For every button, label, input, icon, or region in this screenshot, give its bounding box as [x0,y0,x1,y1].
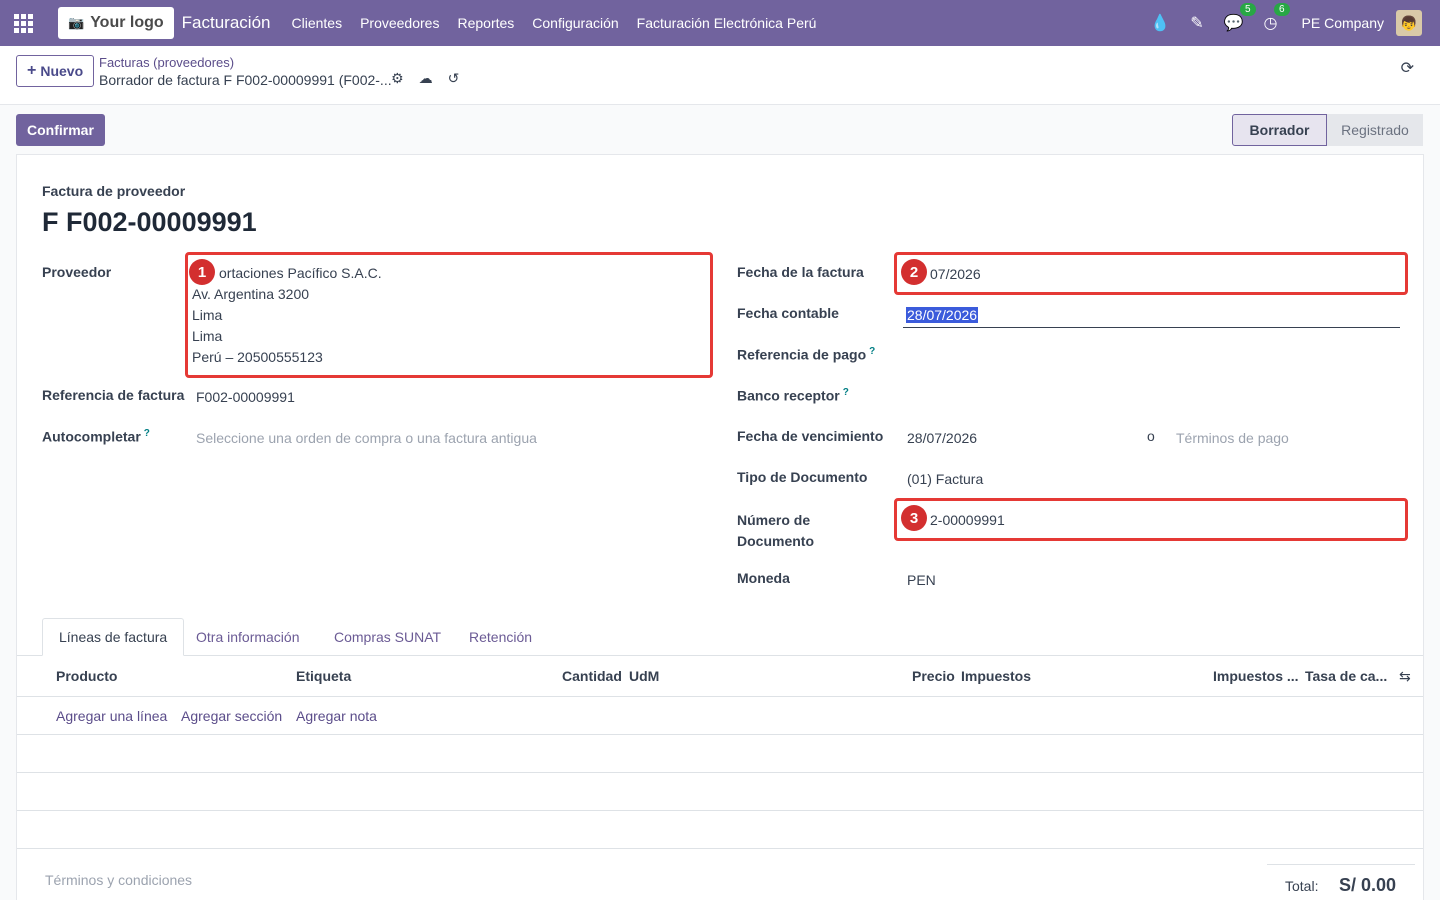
due-date-label: Fecha de vencimiento [737,428,884,444]
camera-icon: 📷 [68,15,85,30]
due-date-field[interactable]: 28/07/2026 [907,430,977,446]
activity-badge: 6 [1273,3,1290,16]
drop-icon[interactable]: 💧 [1150,13,1170,33]
document-number-label-line2: Documento [737,533,814,549]
autocomplete-label-text: Autocompletar [42,428,141,445]
form-sheet: Factura de proveedor F F002-00009991 Pro… [16,154,1424,900]
or-separator: o [1147,428,1155,444]
chat-icon[interactable]: 💬 5 [1224,3,1256,33]
plus-icon: + [27,62,37,79]
tab-other-info[interactable]: Otra información [196,618,299,656]
new-button[interactable]: + Nuevo [16,55,95,87]
refresh-icon[interactable]: ⟳ [1401,58,1414,78]
accounting-date-label: Fecha contable [737,305,839,321]
menu-configuracion[interactable]: Configuración [532,15,618,31]
document-number-label-line1: Número de [737,512,811,528]
top-navbar: 📷 Your logo Facturación Clientes Proveed… [0,0,1440,46]
activity-clock-icon[interactable]: ◷ 6 [1264,3,1290,33]
vendor-label: Proveedor [42,264,112,280]
payment-reference-label: Referencia de pago? [737,346,875,363]
payment-reference-label-text: Referencia de pago [737,346,867,363]
company-logo[interactable]: 📷 Your logo [58,7,174,39]
app-menu-icon[interactable] [0,0,46,46]
column-precio[interactable]: Precio [912,668,955,684]
payment-terms-field[interactable]: Términos de pago [1176,430,1289,446]
total-label: Total: [1285,878,1319,894]
help-icon[interactable]: ? [144,428,150,439]
document-type-field[interactable]: (01) Factura [907,471,983,487]
chat-badge: 5 [1239,3,1256,16]
add-note-link[interactable]: Agregar nota [296,708,377,724]
document-number-label: Número de Documento [737,510,814,552]
document-number-title: F F002-00009991 [42,207,257,237]
callout-3: 3 [901,505,927,531]
accounting-date-field[interactable]: 28/07/2026 [903,303,1400,328]
totals-box: Total: S/ 0.00 [1267,864,1415,900]
autocomplete-label: Autocompletar? [42,428,150,445]
notebook-tabs: Líneas de factura Otra información Compr… [17,618,1423,656]
invoice-lines-header: Producto Etiqueta Cantidad UdM Precio Im… [17,656,1423,697]
callout-1: 1 [189,259,215,285]
gear-icon[interactable]: ⚙ [391,70,404,87]
column-etiqueta[interactable]: Etiqueta [296,668,351,684]
autocomplete-field[interactable]: Seleccione una orden de compra o una fac… [196,430,537,446]
company-switcher[interactable]: PE Company [1302,15,1384,31]
column-udm[interactable]: UdM [629,668,659,684]
discard-undo-icon[interactable]: ↺ [448,70,460,87]
bill-reference-field[interactable]: F002-00009991 [196,389,295,405]
stage-registrado[interactable]: Registrado [1327,114,1423,146]
currency-field[interactable]: PEN [907,572,936,588]
tab-invoice-lines[interactable]: Líneas de factura [42,618,185,656]
document-type-title: Factura de proveedor [42,183,186,199]
total-value: S/ 0.00 [1339,875,1397,895]
menu-proveedores[interactable]: Proveedores [360,15,439,31]
empty-table-row [17,811,1423,849]
highlight-box-vendor [185,252,713,378]
column-producto[interactable]: Producto [56,668,117,684]
add-section-link[interactable]: Agregar sección [181,708,282,724]
menu-reportes[interactable]: Reportes [457,15,514,31]
user-avatar[interactable]: 👦 [1396,10,1422,36]
control-panel: + Nuevo Facturas (proveedores) Borrador … [0,46,1440,105]
confirm-button[interactable]: Confirmar [16,114,105,146]
empty-table-row [17,773,1423,811]
new-button-label: Nuevo [40,63,84,79]
highlight-box-document-number [894,498,1408,541]
help-icon[interactable]: ? [869,346,875,357]
breadcrumb-current: Borrador de factura F F002-00009991 (F00… [99,72,392,88]
receiving-bank-label: Banco receptor? [737,387,849,404]
tab-compras-sunat[interactable]: Compras SUNAT [334,618,441,656]
menu-facturacion-electronica[interactable]: Facturación Electrónica Perú [637,15,817,31]
receiving-bank-label-text: Banco receptor [737,387,840,404]
bill-reference-label: Referencia de factura [42,387,185,403]
optional-columns-icon[interactable]: ⇆ [1399,668,1411,685]
terms-conditions-field[interactable]: Términos y condiciones [45,872,192,888]
currency-label: Moneda [737,570,790,586]
highlight-box-invoice-date [894,252,1408,295]
column-impuestos[interactable]: Impuestos [961,668,1031,684]
add-line-link[interactable]: Agregar una línea [56,708,167,724]
accounting-date-value: 28/07/2026 [906,307,979,323]
document-type-label: Tipo de Documento [737,469,868,485]
callout-2: 2 [901,259,927,285]
app-name[interactable]: Facturación [182,13,271,33]
invoice-date-label: Fecha de la factura [737,264,864,280]
column-tasa-cambio[interactable]: Tasa de ca... [1305,668,1387,684]
stage-borrador[interactable]: Borrador [1232,114,1327,146]
column-impuestos-truncated[interactable]: Impuestos ... [1213,668,1299,684]
add-row: Agregar una línea Agregar sección Agrega… [17,697,1423,735]
column-cantidad[interactable]: Cantidad [562,668,622,684]
edit-icon[interactable]: ✎ [1190,13,1203,33]
tab-retencion[interactable]: Retención [469,618,532,656]
logo-text: Your logo [90,14,164,31]
status-bar: Borrador Registrado [1232,114,1423,146]
empty-table-row [17,735,1423,773]
cloud-save-icon[interactable]: ☁ [419,70,433,87]
breadcrumb-parent[interactable]: Facturas (proveedores) [99,55,234,70]
menu-clientes[interactable]: Clientes [291,15,342,31]
help-icon[interactable]: ? [843,387,849,398]
